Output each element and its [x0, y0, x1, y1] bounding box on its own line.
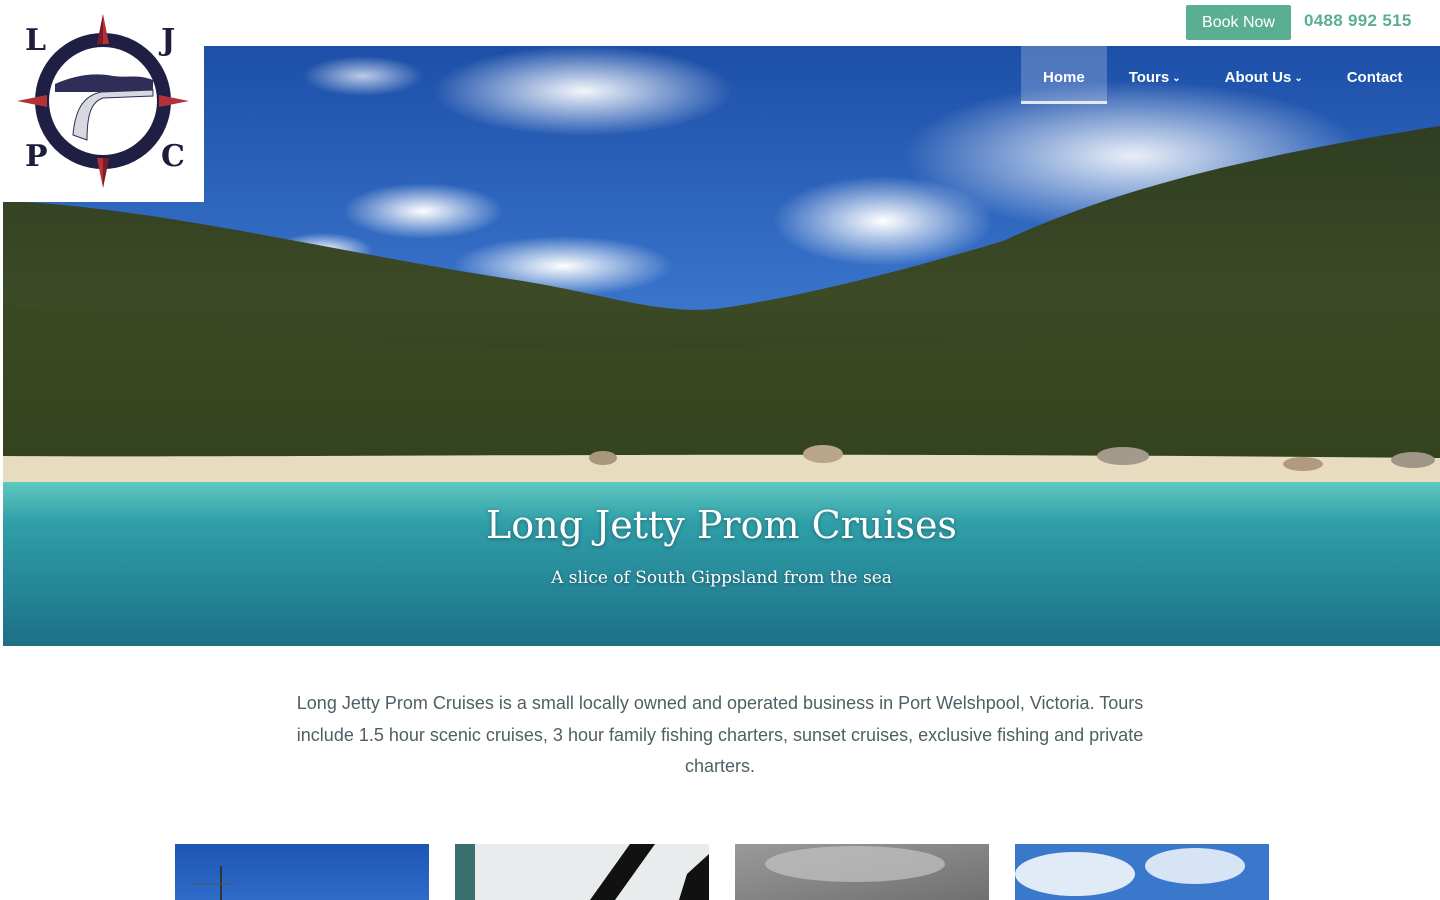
logo-letter-j: J	[158, 23, 175, 58]
intro-text: Long Jetty Prom Cruises is a small local…	[296, 693, 1144, 776]
nav-item-label: About Us	[1224, 69, 1292, 86]
nav-item-label: Tours	[1128, 69, 1170, 86]
hero-photo	[3, 46, 1440, 646]
tour-card-1[interactable]	[175, 844, 429, 900]
chevron-down-icon: ⌄	[1294, 73, 1303, 84]
tour-card-2[interactable]	[455, 844, 709, 900]
logo-letter-p: P	[25, 139, 48, 174]
nav-item-tours[interactable]: Tours ⌄	[1107, 46, 1203, 104]
boat-cabin-window-photo	[455, 844, 709, 900]
nav-item-label: Contact	[1346, 69, 1403, 86]
main-nav: Home Tours ⌄ About Us ⌄ Contact	[1021, 46, 1425, 104]
blue-sky-mast-photo	[175, 844, 429, 900]
logo-letter-c: C	[161, 139, 185, 174]
tour-card-4[interactable]	[1015, 844, 1269, 900]
nav-item-home[interactable]: Home	[1021, 46, 1107, 104]
chevron-down-icon: ⌄	[1172, 73, 1181, 84]
logo-letter-l: L	[25, 23, 46, 58]
grey-cloudy-sky-photo	[735, 844, 989, 900]
top-bar: Book Now 0488 992 515	[0, 0, 1440, 46]
phone-link[interactable]: 0488 992 515	[1304, 11, 1412, 31]
blue-sky-clouds-photo	[1015, 844, 1269, 900]
book-now-button[interactable]: Book Now	[1186, 5, 1291, 40]
hero-subtitle: A slice of South Gippsland from the sea	[551, 568, 892, 588]
tour-card-3[interactable]	[735, 844, 989, 900]
hero-title: Long Jetty Prom Cruises	[486, 503, 957, 547]
nav-item-label: Home	[1043, 69, 1085, 86]
site-logo[interactable]: L J P C	[3, 0, 204, 202]
nav-item-contact[interactable]: Contact	[1325, 46, 1425, 104]
hero-banner: Long Jetty Prom Cruises A slice of South…	[3, 46, 1440, 646]
compass-jetty-logo-icon: L J P C	[17, 14, 189, 188]
nav-item-about-us[interactable]: About Us ⌄	[1203, 46, 1325, 104]
